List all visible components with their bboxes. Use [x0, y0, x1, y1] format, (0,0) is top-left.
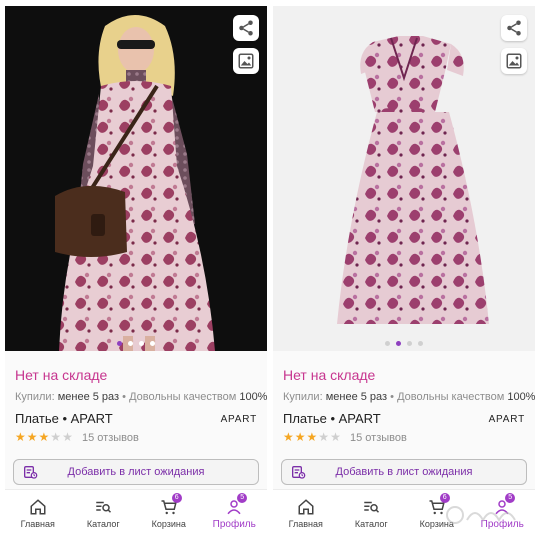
watermark-logo [446, 506, 516, 524]
carousel-dot[interactable] [418, 341, 423, 346]
home-icon [30, 499, 46, 515]
star-icon: ★ [62, 430, 73, 444]
photo-search-icon [238, 53, 254, 69]
clipboard-icon [292, 466, 306, 479]
carousel-dot[interactable] [139, 341, 144, 346]
carousel-dot[interactable] [128, 341, 133, 346]
tab-label: Профиль [212, 519, 256, 530]
photo-search-button[interactable] [233, 48, 259, 74]
reviews-link[interactable]: 15 отзывов [350, 432, 407, 444]
catalog-search-icon [364, 501, 380, 513]
bought-value: менее 5 раз [325, 391, 388, 403]
tab-profile[interactable]: 5 Профиль [202, 490, 268, 536]
star-icon: ★ [294, 430, 306, 444]
product-card-right: Нет на складе Купили: менее 5 раз • Дово… [273, 6, 535, 536]
tab-label: Главная [20, 519, 55, 529]
tab-label: Каталог [86, 519, 120, 529]
stock-status: Нет на складе [283, 367, 376, 383]
product-card-left: Нет на складе Купили: менее 5 раз • Дово… [5, 6, 267, 536]
tab-home[interactable]: Главная [5, 490, 71, 536]
rating-stars: ★ ★ ★ ★ ★ [15, 431, 73, 443]
catalog-search-icon [96, 501, 112, 513]
waitlist-label: Добавить в лист ожидания [67, 466, 205, 478]
star-icon: ★ [15, 430, 26, 444]
tab-catalog[interactable]: Каталог [71, 490, 137, 536]
carousel-dot[interactable] [396, 341, 401, 346]
carousel-dot[interactable] [117, 341, 122, 346]
add-to-waitlist-button[interactable]: Добавить в лист ожидания [281, 459, 527, 485]
quality-value: 100% [239, 391, 267, 403]
profile-badge: 5 [237, 493, 248, 503]
cart-badge: 6 [439, 493, 450, 503]
photo-search-button[interactable] [501, 48, 527, 74]
bought-label: Купили: [15, 391, 55, 403]
purchase-stats: Купили: менее 5 раз • Довольны качеством… [283, 391, 535, 403]
star-icon: ★ [50, 430, 62, 444]
share-icon [239, 20, 253, 36]
product-gallery[interactable] [5, 6, 267, 351]
bought-value: менее 5 раз [57, 391, 120, 403]
brand-logo[interactable]: APART [221, 414, 257, 425]
tab-catalog[interactable]: Каталог [339, 490, 405, 536]
quality-label: Довольны качеством [129, 391, 237, 403]
star-icon: ★ [318, 430, 330, 444]
carousel-dots [273, 341, 535, 346]
carousel-dots [5, 341, 267, 346]
star-icon: ★ [26, 430, 38, 444]
rating-stars: ★ ★ ★ ★ ★ [283, 431, 341, 443]
tab-label: Главная [288, 519, 323, 529]
carousel-dot[interactable] [150, 341, 155, 346]
tab-home[interactable]: Главная [273, 490, 339, 536]
brand-logo[interactable]: APART [489, 414, 525, 425]
product-title[interactable]: Платье • APART [15, 411, 113, 426]
stock-status: Нет на складе [15, 367, 108, 383]
bought-label: Купили: [283, 391, 323, 403]
purchase-stats: Купили: менее 5 раз • Довольны качеством… [15, 391, 267, 403]
carousel-dot[interactable] [407, 341, 412, 346]
share-button[interactable] [233, 15, 259, 41]
tab-label: Каталог [354, 519, 388, 529]
cart-badge: 6 [171, 493, 182, 503]
star-icon: ★ [38, 430, 50, 444]
profile-badge: 5 [505, 493, 516, 503]
quality-label: Довольны качеством [397, 391, 505, 403]
share-icon [507, 20, 521, 36]
star-icon: ★ [283, 430, 294, 444]
tab-cart[interactable]: 6 Корзина [136, 490, 202, 536]
quality-value: 100% [507, 391, 535, 403]
product-gallery[interactable] [273, 6, 535, 351]
add-to-waitlist-button[interactable]: Добавить в лист ожидания [13, 459, 259, 485]
product-photo [273, 6, 535, 351]
tab-label: Корзина [151, 519, 186, 529]
share-button[interactable] [501, 15, 527, 41]
photo-search-icon [506, 53, 522, 69]
product-info: Нет на складе Купили: менее 5 раз • Дово… [5, 351, 267, 536]
carousel-dot[interactable] [385, 341, 390, 346]
star-icon: ★ [306, 430, 318, 444]
reviews-link[interactable]: 15 отзывов [82, 432, 139, 444]
product-photo [5, 6, 267, 351]
clipboard-icon [24, 466, 38, 479]
star-icon: ★ [330, 430, 341, 444]
waitlist-label: Добавить в лист ожидания [335, 466, 473, 478]
screenshot-collage: Нет на складе Купили: менее 5 раз • Дово… [0, 0, 540, 540]
bottom-navigation: Главная Каталог 6 Корзина 5 Профиль [5, 489, 267, 536]
home-icon [298, 499, 314, 515]
product-title[interactable]: Платье • APART [283, 411, 381, 426]
